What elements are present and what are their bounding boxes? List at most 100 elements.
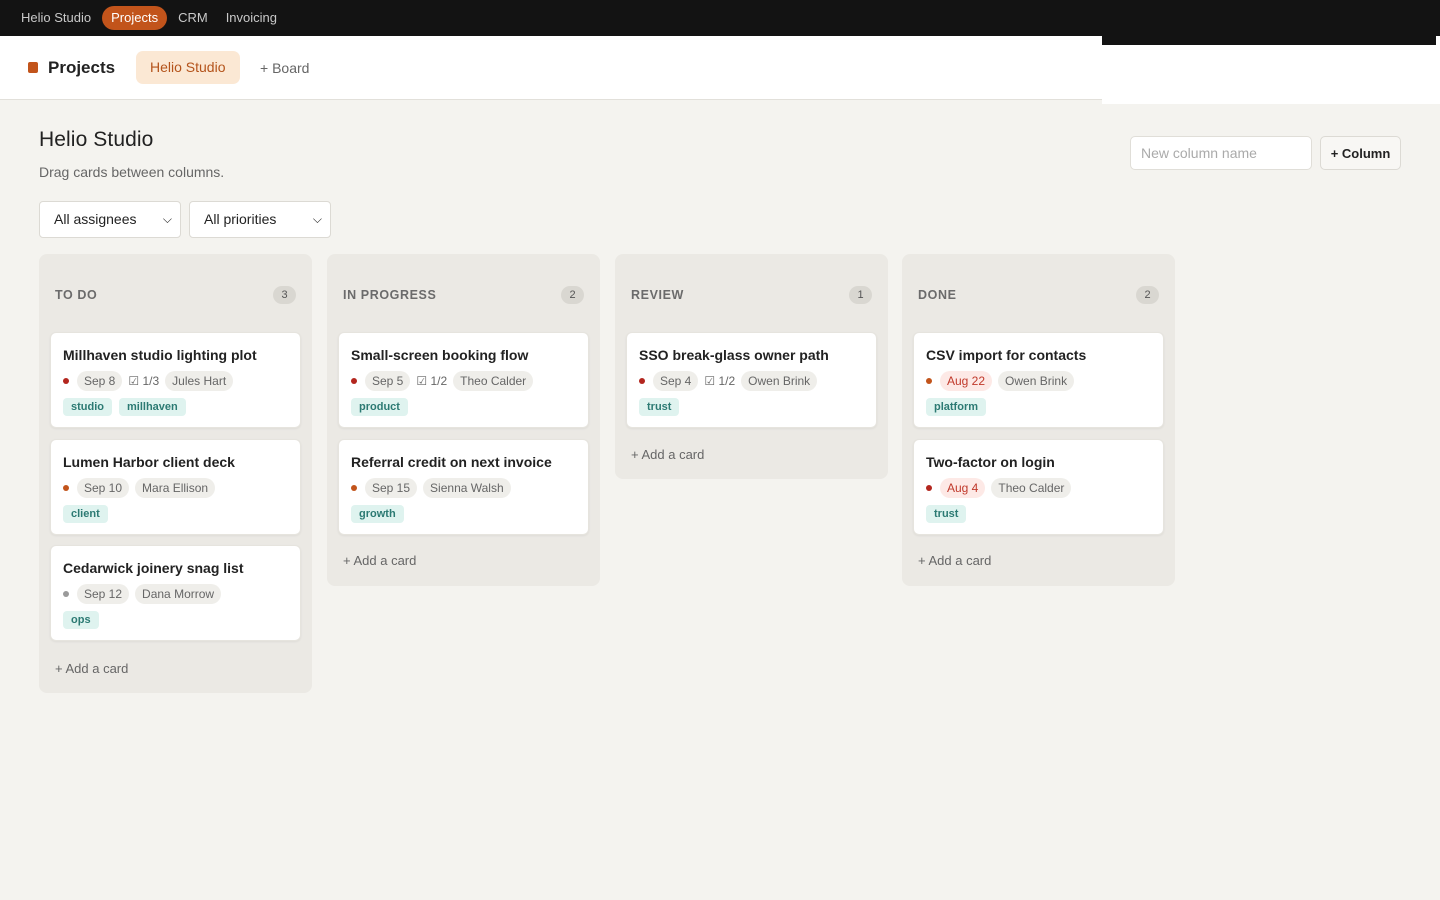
subtask-progress: ☑ 1/2 [704,374,736,388]
tag: client [63,505,108,523]
app-tab-helio-studio[interactable]: Helio Studio [14,6,98,30]
app-topbar: Helio Studio Projects CRM Invoicing [0,0,1440,36]
tag: trust [639,398,680,416]
column-title: IN PROGRESS [343,288,437,302]
card-tags: trust [926,505,973,523]
card-tags: client [63,505,115,523]
priority-high-icon [639,378,645,384]
column-count-badge: 2 [561,286,584,304]
task-card[interactable]: SSO break-glass owner path Sep 4 ☑ 1/2 O… [626,332,877,428]
card-title: Small-screen booking flow [351,347,529,363]
column-count-badge: 2 [1136,286,1159,304]
chevron-down-icon: ⌵ [312,212,322,226]
projects-logo-icon [28,62,38,73]
page-title: Helio Studio [39,128,154,151]
priority-low-icon [63,591,69,597]
column-title: DONE [918,288,957,302]
column-in-progress: IN PROGRESS 2 Small-screen booking flow … [327,254,600,586]
assignee-chip: Theo Calder [453,371,534,391]
priority-medium-icon [351,485,357,491]
priority-filter-select[interactable]: All priorities ⌵ [189,201,331,238]
add-card-button[interactable]: + Add a card [55,661,128,676]
card-tags: studio millhaven [63,398,193,416]
page-subtitle: Drag cards between columns. [39,164,225,180]
add-column-button[interactable]: + Column [1320,136,1401,170]
card-meta: Sep 15 Sienna Walsh [351,478,517,498]
card-title: Cedarwick joinery snag list [63,560,244,576]
column-title: REVIEW [631,288,684,302]
tag: ops [63,611,99,629]
card-title: SSO break-glass owner path [639,347,829,363]
priority-high-icon [926,485,932,491]
section-title: Projects [48,58,116,77]
card-title: Lumen Harbor client deck [63,454,235,470]
tag: millhaven [119,398,186,416]
board-tab-helio-studio[interactable]: Helio Studio [136,51,240,84]
due-date-chip-overdue: Aug 22 [940,371,993,391]
card-meta: Sep 12 Dana Morrow [63,584,227,604]
card-meta: Sep 4 ☑ 1/2 Owen Brink [639,371,823,391]
assignee-filter-select[interactable]: All assignees ⌵ [39,201,181,238]
due-date-chip: Sep 10 [77,478,130,498]
card-title: Referral credit on next invoice [351,454,552,470]
assignee-chip: Owen Brink [741,371,818,391]
priority-medium-icon [926,378,932,384]
assignee-filter-value: All assignees [54,211,137,227]
add-card-button[interactable]: + Add a card [343,553,416,568]
card-meta: Aug 4 Theo Calder [926,478,1077,498]
card-meta: Sep 8 ☑ 1/3 Jules Hart [63,371,239,391]
card-title: Two-factor on login [926,454,1055,470]
task-card[interactable]: Small-screen booking flow Sep 5 ☑ 1/2 Th… [338,332,589,428]
card-tags: platform [926,398,993,416]
subtask-progress: ☑ 1/2 [416,374,448,388]
assignee-chip: Mara Ellison [135,478,216,498]
due-date-chip: Sep 12 [77,584,130,604]
add-card-button[interactable]: + Add a card [631,447,704,462]
tag: studio [63,398,112,416]
task-card[interactable]: CSV import for contacts Aug 22 Owen Brin… [913,332,1164,428]
chevron-down-icon: ⌵ [162,212,172,226]
column-title: TO DO [55,288,98,302]
card-tags: product [351,398,415,416]
priority-high-icon [63,378,69,384]
assignee-chip: Owen Brink [998,371,1075,391]
card-meta: Sep 5 ☑ 1/2 Theo Calder [351,371,539,391]
card-tags: ops [63,611,106,629]
task-card[interactable]: Two-factor on login Aug 4 Theo Calder tr… [913,439,1164,535]
tag: trust [926,505,967,523]
column-done: DONE 2 CSV import for contacts Aug 22 Ow… [902,254,1175,586]
priority-filter-value: All priorities [204,211,277,227]
overlay-panel [1102,45,1440,104]
task-card[interactable]: Millhaven studio lighting plot Sep 8 ☑ 1… [50,332,301,428]
column-to-do: TO DO 3 Millhaven studio lighting plot S… [39,254,312,693]
due-date-chip: Sep 15 [365,478,418,498]
priority-high-icon [351,378,357,384]
add-card-button[interactable]: + Add a card [918,553,991,568]
new-column-name-input[interactable] [1130,136,1312,170]
card-tags: trust [639,398,686,416]
card-title: CSV import for contacts [926,347,1087,363]
task-card[interactable]: Referral credit on next invoice Sep 15 S… [338,439,589,535]
assignee-chip: Sienna Walsh [423,478,511,498]
column-count-badge: 3 [273,286,296,304]
task-card[interactable]: Cedarwick joinery snag list Sep 12 Dana … [50,545,301,641]
card-tags: growth [351,505,411,523]
assignee-chip: Dana Morrow [135,584,222,604]
column-count-badge: 1 [849,286,872,304]
due-date-chip: Sep 8 [77,371,123,391]
app-tab-invoicing[interactable]: Invoicing [219,6,284,30]
assignee-chip: Theo Calder [991,478,1072,498]
due-date-chip: Sep 4 [653,371,699,391]
add-board-button[interactable]: + Board [260,60,309,76]
task-card[interactable]: Lumen Harbor client deck Sep 10 Mara Ell… [50,439,301,535]
app-tab-projects[interactable]: Projects [102,6,168,30]
card-title: Millhaven studio lighting plot [63,347,257,363]
due-date-chip: Sep 5 [365,371,411,391]
tag: product [351,398,408,416]
tag: platform [926,398,986,416]
app-tab-crm[interactable]: CRM [171,6,215,30]
tag: growth [351,505,404,523]
card-meta: Aug 22 Owen Brink [926,371,1080,391]
subtask-progress: ☑ 1/3 [128,374,160,388]
assignee-chip: Jules Hart [165,371,234,391]
